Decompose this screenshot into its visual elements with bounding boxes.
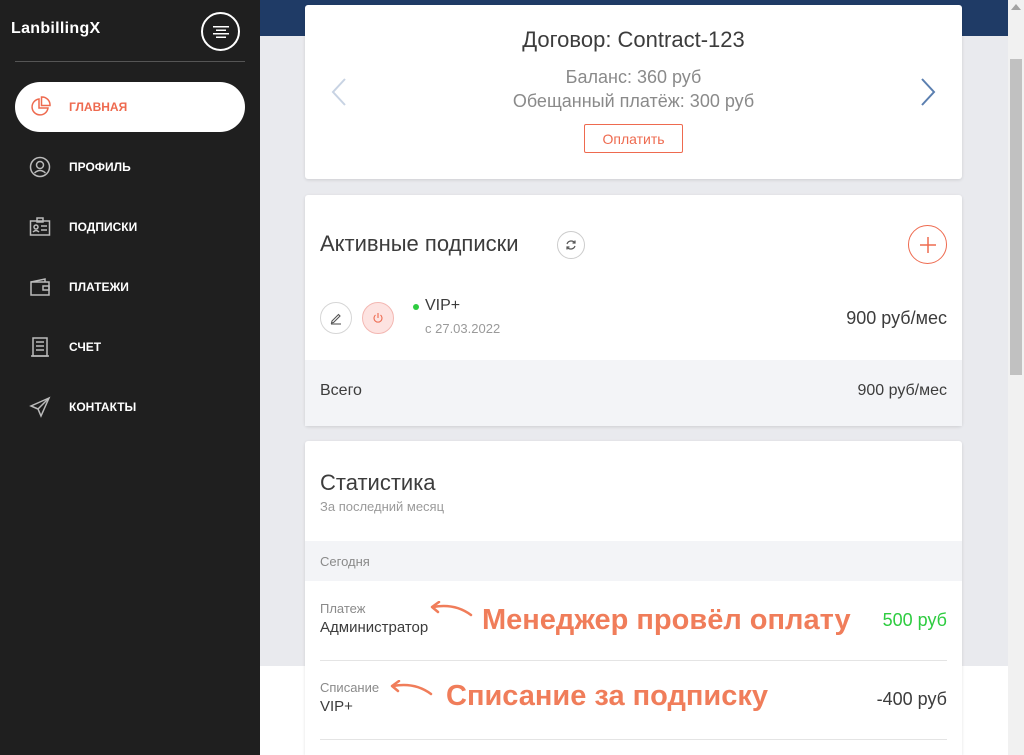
sidebar-item-label: СЧЕТ xyxy=(69,340,102,354)
refresh-icon xyxy=(566,240,576,250)
annotation-arrow-icon xyxy=(430,601,473,617)
sidebar-item-home[interactable]: ГЛАВНАЯ xyxy=(15,82,245,132)
contract-title: Договор: Contract-123 xyxy=(522,27,745,52)
subscription-name: VIP+ xyxy=(425,297,461,314)
status-dot xyxy=(413,304,419,310)
sidebar-item-label: КОНТАКТЫ xyxy=(69,400,137,414)
menu-icon xyxy=(212,25,229,38)
wallet-icon xyxy=(27,274,53,300)
transaction-amount: 500 руб xyxy=(882,610,947,630)
pencil-icon xyxy=(330,313,341,325)
add-subscription-button[interactable] xyxy=(908,225,947,264)
chevron-right-icon xyxy=(921,78,936,106)
sidebar-item-subscriptions[interactable]: ПОДПИСКИ xyxy=(15,202,245,252)
carousel-next-button[interactable] xyxy=(919,78,937,111)
pay-button[interactable]: Оплатить xyxy=(584,124,683,153)
power-icon xyxy=(373,313,383,323)
contract-card: Договор: Contract-123 Баланс: 360 руб Об… xyxy=(305,5,962,179)
row-divider xyxy=(320,739,947,740)
sidebar-item-label: ПЛАТЕЖИ xyxy=(69,280,129,294)
invoice-icon xyxy=(27,334,53,360)
scrollbar-thumb[interactable] xyxy=(1010,59,1022,375)
transaction-type: Списание xyxy=(320,680,380,695)
refresh-button[interactable] xyxy=(557,231,585,259)
sidebar-item-payments[interactable]: ПЛАТЕЖИ xyxy=(15,262,245,312)
annotation-arrow-icon xyxy=(390,680,433,696)
sidebar-item-profile[interactable]: ПРОФИЛЬ xyxy=(15,142,245,192)
row-divider xyxy=(320,660,947,661)
total-label: Всего xyxy=(320,382,362,399)
subscriptions-card: Активные подписки VIP+ с 27.03.2022 900 … xyxy=(305,195,962,426)
menu-toggle-button[interactable] xyxy=(201,12,240,51)
total-value: 900 руб/мес xyxy=(857,382,947,399)
contract-balance: Баланс: 360 руб xyxy=(565,67,702,87)
promised-payment: Обещанный платёж: 300 руб xyxy=(512,91,755,111)
subscription-date: с 27.03.2022 xyxy=(425,321,501,336)
subscriptions-title: Активные подписки xyxy=(320,231,519,256)
paper-plane-icon xyxy=(27,394,53,420)
pie-chart-icon xyxy=(27,94,53,120)
statistics-card: Статистика За последний месяц Сегодня Пл… xyxy=(305,441,962,755)
id-card-icon xyxy=(27,214,53,240)
annotation-label: Менеджер провёл оплату xyxy=(482,604,851,636)
transaction-author: VIP+ xyxy=(320,698,353,715)
sidebar-item-label: ПРОФИЛЬ xyxy=(69,160,131,174)
scroll-up-arrow-icon[interactable] xyxy=(1011,4,1021,10)
sidebar-item-invoice[interactable]: СЧЕТ xyxy=(15,322,245,372)
edit-subscription-button[interactable] xyxy=(320,302,352,334)
transaction-author: Администратор xyxy=(320,619,429,636)
total-row: Всего 900 руб/мес xyxy=(305,360,962,426)
transaction-type: Платеж xyxy=(320,601,366,616)
sidebar-item-contacts[interactable]: КОНТАКТЫ xyxy=(15,382,245,432)
subscription-price: 900 руб/мес xyxy=(846,308,947,328)
plus-icon xyxy=(919,236,936,253)
annotation-label: Списание за подписку xyxy=(446,680,769,712)
statistics-subtitle: За последний месяц xyxy=(320,499,445,514)
sidebar-nav: ГЛАВНАЯ ПРОФИЛЬ ПОДПИСКИ ПЛАТЕЖИ СЧЕТ КО… xyxy=(15,82,245,442)
sidebar-item-label: ПОДПИСКИ xyxy=(69,220,138,234)
date-group-header: Сегодня xyxy=(305,541,962,581)
date-group-label: Сегодня xyxy=(320,554,370,569)
brand-logo[interactable]: LanbillingX xyxy=(11,20,101,38)
sidebar-divider xyxy=(15,61,245,62)
disable-subscription-button[interactable] xyxy=(362,302,394,334)
profile-icon xyxy=(27,154,53,180)
sidebar-item-label: ГЛАВНАЯ xyxy=(69,100,128,114)
statistics-title: Статистика xyxy=(320,470,436,495)
transaction-amount: -400 руб xyxy=(876,689,947,709)
sidebar: LanbillingX ГЛАВНАЯ ПРОФИЛЬ ПОДПИСКИ ПЛА… xyxy=(0,0,260,755)
